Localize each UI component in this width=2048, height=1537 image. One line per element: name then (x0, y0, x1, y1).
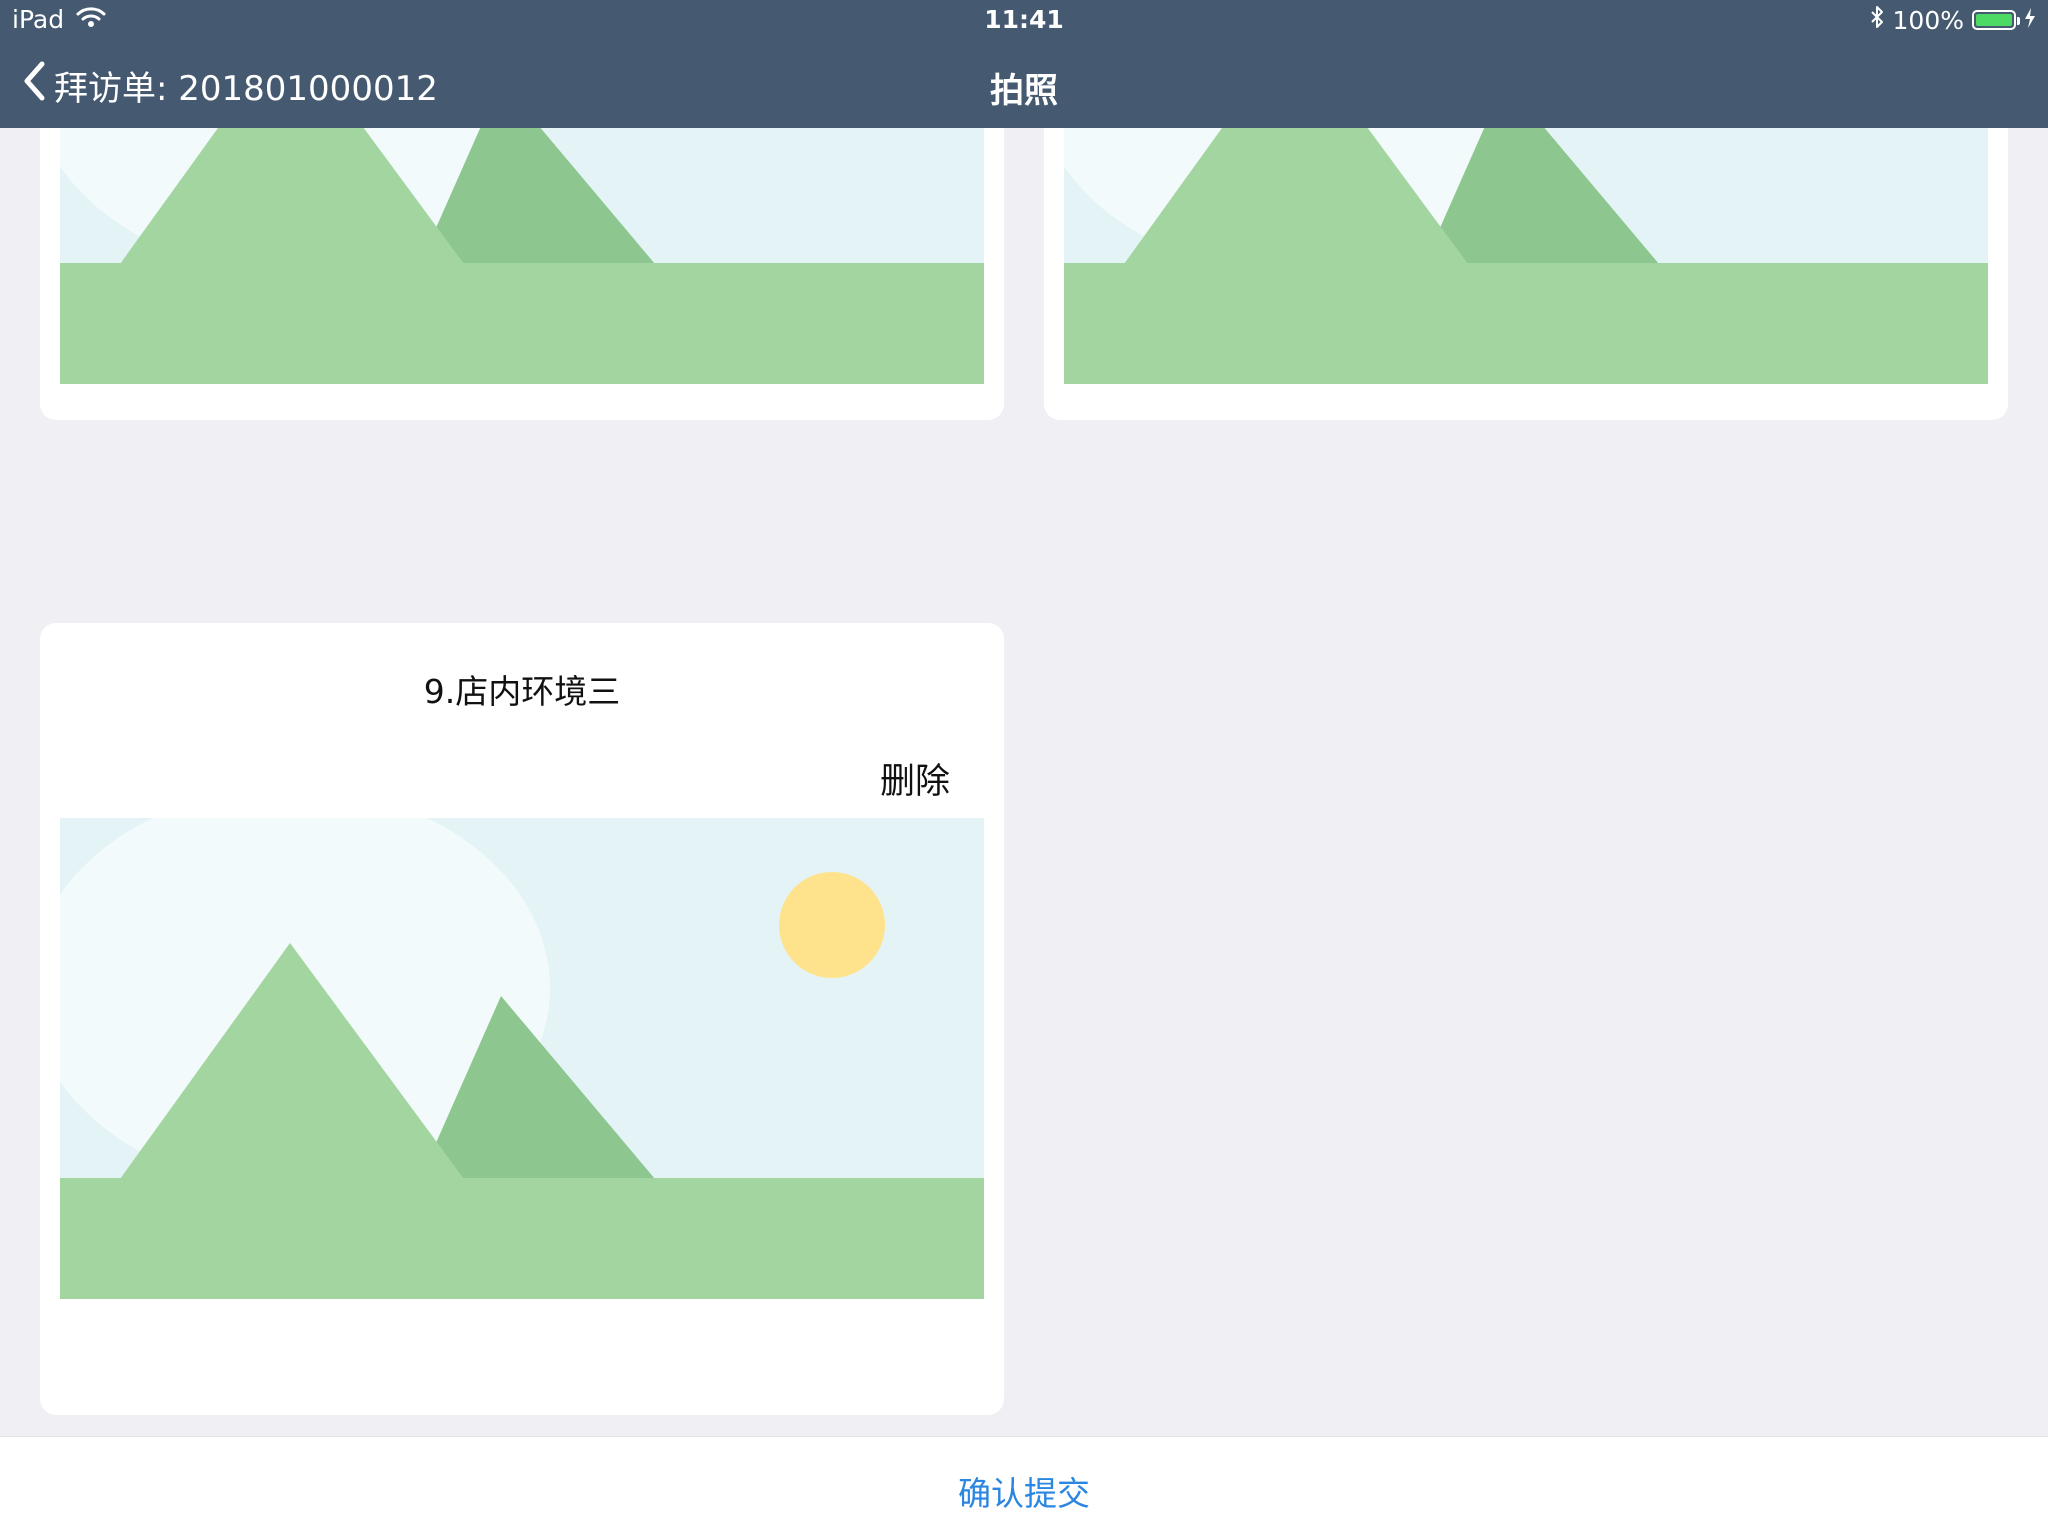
nav-bar: 拜访单: 201801000012 拍照 (0, 40, 2048, 128)
photo-card: 9.店内环境三 删除 (40, 623, 1004, 1415)
photo-placeholder[interactable] (1064, 128, 1988, 384)
charging-icon (2024, 6, 2036, 35)
battery-tip (2017, 17, 2020, 25)
photo-placeholder[interactable] (60, 128, 984, 384)
bluetooth-icon (1869, 5, 1885, 35)
photo-list[interactable]: 9.店内环境三 删除 (0, 128, 2048, 1436)
battery-icon (1972, 10, 2020, 30)
bottom-bar: 确认提交 (0, 1436, 2048, 1537)
battery-percent: 100% (1892, 5, 1964, 35)
status-time: 11:41 (984, 5, 1064, 34)
page-title: 拍照 (990, 71, 1058, 111)
photo-placeholder[interactable] (60, 818, 984, 1299)
photo-card (1044, 128, 2008, 420)
card-title: 9.店内环境三 (423, 672, 621, 711)
photo-card (40, 128, 1004, 420)
status-right: 100% (1869, 5, 2036, 35)
status-bar: iPad 11:41 100% (0, 0, 2048, 40)
top-bar: iPad 11:41 100% 拜访单: 201801000012 拍照 (0, 0, 2048, 128)
submit-button[interactable]: 确认提交 (0, 1467, 2048, 1515)
delete-button[interactable]: 删除 (880, 753, 950, 804)
battery-fill (1976, 14, 2012, 26)
